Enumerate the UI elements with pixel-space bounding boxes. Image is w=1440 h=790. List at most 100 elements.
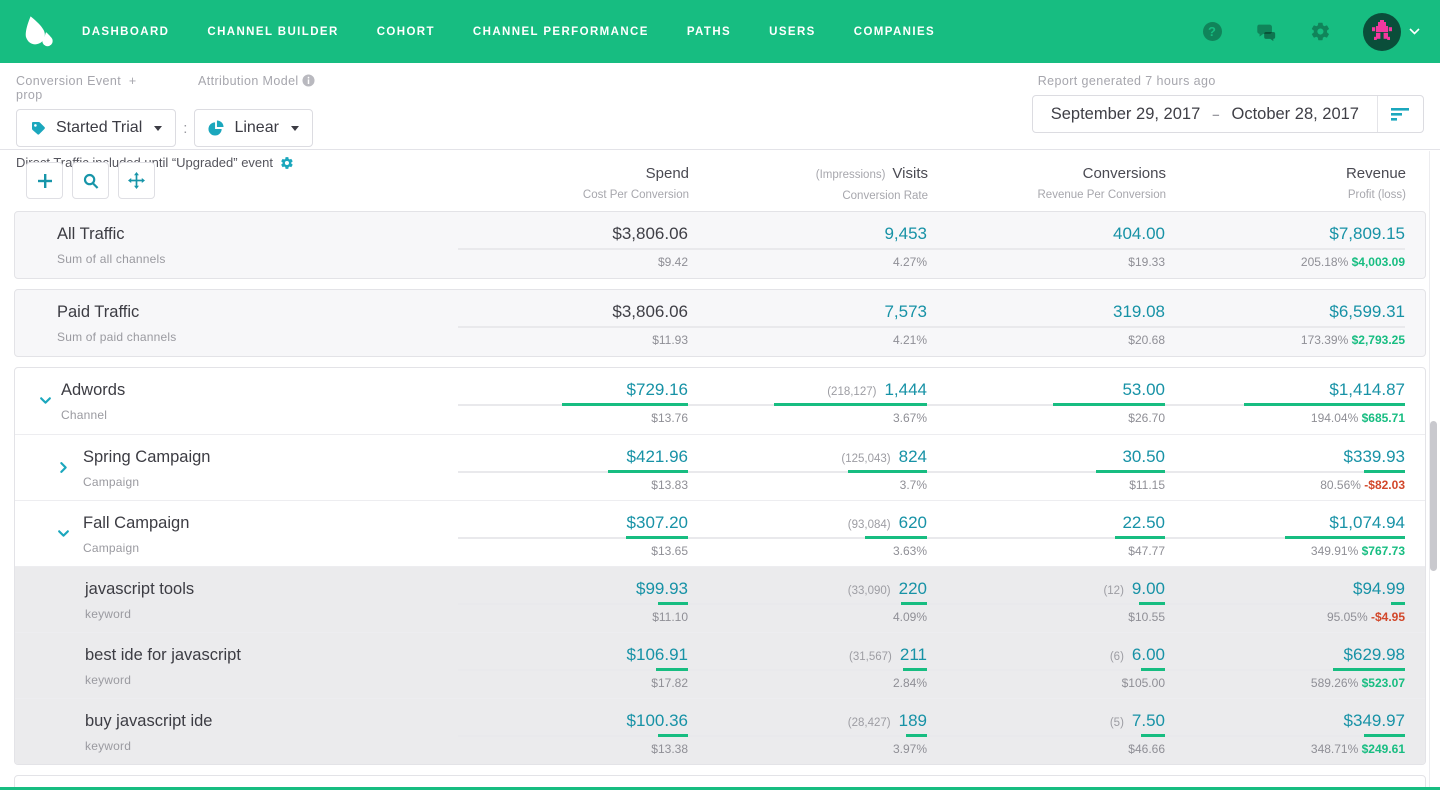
messages-icon[interactable]	[1255, 21, 1277, 43]
conversions-cell: (6)6.00$105.00	[927, 633, 1165, 698]
date-end[interactable]: October 28, 2017	[1231, 105, 1359, 124]
search-button[interactable]	[72, 162, 109, 199]
column-header-visits[interactable]: (Impressions)Visits Conversion Rate	[689, 162, 928, 202]
value-divider	[1165, 403, 1405, 406]
nav-item-paths[interactable]: PATHS	[687, 26, 731, 38]
column-header-revenue[interactable]: Revenue Profit (loss)	[1166, 162, 1406, 202]
move-button[interactable]	[118, 162, 155, 199]
nav-menu: DASHBOARD CHANNEL BUILDER COHORT CHANNEL PE…	[82, 26, 935, 38]
conversions-subvalue: $19.33	[927, 255, 1165, 269]
row-name[interactable]: Adwords	[61, 381, 458, 400]
avatar[interactable]	[1363, 13, 1401, 51]
table-row[interactable]: Spring CampaignCampaign$421.96$13.83(125…	[15, 434, 1425, 500]
revenue-value[interactable]: $1,414.87	[1329, 380, 1405, 400]
row-name[interactable]: javascript tools	[85, 580, 458, 599]
date-range-picker[interactable]: September 29, 2017 – October 28, 2017	[1032, 95, 1424, 133]
conversions-value[interactable]: 7.50	[1132, 711, 1165, 731]
revenue-cell: $629.98589.26% $523.07	[1165, 633, 1405, 698]
spend-cell: $100.36$13.38	[458, 699, 688, 764]
row-name[interactable]: Paid Traffic	[57, 303, 458, 322]
help-icon[interactable]: ?	[1201, 21, 1223, 43]
revenue-subvalue: 80.56% -$82.03	[1165, 478, 1405, 492]
revenue-value[interactable]: $339.93	[1344, 447, 1405, 467]
table-row[interactable]: AdwordsChannel$729.16$13.76(218,127)1,44…	[15, 368, 1425, 434]
table-row[interactable]: Paid TrafficSum of paid channels$3,806.0…	[15, 290, 1425, 356]
revenue-value[interactable]: $1,074.94	[1329, 513, 1405, 533]
attribution-model-dropdown[interactable]: Linear	[194, 109, 312, 147]
row-name[interactable]: Spring Campaign	[83, 448, 458, 467]
add-button[interactable]	[26, 162, 63, 199]
revenue-value[interactable]: $6,599.31	[1329, 302, 1405, 322]
spend-value[interactable]: $729.16	[627, 380, 688, 400]
conversions-value[interactable]: 22.50	[1122, 513, 1165, 533]
conversions-value[interactable]: 404.00	[1113, 224, 1165, 244]
row-name[interactable]: Fall Campaign	[83, 514, 458, 533]
spend-subvalue: $11.93	[458, 333, 688, 347]
spend-value[interactable]: $100.36	[627, 711, 688, 731]
conversions-subvalue: $105.00	[927, 676, 1165, 690]
visits-value[interactable]: 9,453	[884, 224, 927, 244]
nav-item-channel-performance[interactable]: CHANNEL PERFORMANCE	[473, 26, 649, 38]
spend-value[interactable]: $421.96	[627, 447, 688, 467]
visits-secondary-count: (93,084)	[848, 519, 891, 531]
profit-value: $767.73	[1358, 544, 1405, 558]
conversions-value[interactable]: 53.00	[1122, 380, 1165, 400]
row-name[interactable]: buy javascript ide	[85, 712, 458, 731]
spend-value[interactable]: $3,806.06	[612, 224, 688, 244]
value-divider	[688, 325, 927, 328]
revenue-value[interactable]: $349.97	[1344, 711, 1405, 731]
nav-item-cohort[interactable]: COHORT	[377, 26, 435, 38]
visits-value[interactable]: 220	[899, 579, 927, 599]
conversion-event-dropdown[interactable]: Started Trial	[16, 109, 176, 147]
table-row[interactable]: javascript toolskeyword$99.93$11.10(33,0…	[15, 566, 1425, 632]
visits-value[interactable]: 620	[899, 513, 927, 533]
spend-value[interactable]: $99.93	[636, 579, 688, 599]
table-row[interactable]: Fall CampaignCampaign$307.20$13.65(93,08…	[15, 500, 1425, 566]
table-row[interactable]: All TrafficSum of all channels$3,806.06$…	[15, 212, 1425, 278]
conversions-value[interactable]: 319.08	[1113, 302, 1165, 322]
column-header-conversions[interactable]: Conversions Revenue Per Conversion	[928, 162, 1166, 202]
revenue-subvalue: 194.04% $685.71	[1165, 411, 1405, 425]
nav-item-users[interactable]: USERS	[769, 26, 816, 38]
collapse-chevron-icon[interactable]	[39, 394, 52, 407]
value-divider	[927, 602, 1165, 605]
spend-value[interactable]: $307.20	[627, 513, 688, 533]
visits-subvalue: 3.97%	[688, 742, 927, 756]
visits-value[interactable]: 7,573	[884, 302, 927, 322]
visits-value[interactable]: 211	[900, 645, 927, 665]
conversions-cell: 319.08$20.68	[927, 290, 1165, 356]
nav-item-dashboard[interactable]: DASHBOARD	[82, 26, 169, 38]
expand-chevron-icon[interactable]	[57, 461, 70, 474]
date-start[interactable]: September 29, 2017	[1051, 105, 1201, 124]
visits-value[interactable]: 824	[899, 447, 927, 467]
row-name[interactable]: All Traffic	[57, 225, 458, 244]
scrollbar-thumb[interactable]	[1430, 421, 1437, 571]
user-menu[interactable]	[1363, 13, 1420, 51]
value-divider	[688, 403, 927, 406]
conversions-value[interactable]: 9.00	[1132, 579, 1165, 599]
spend-value[interactable]: $3,806.06	[612, 302, 688, 322]
column-header-spend[interactable]: Spend Cost Per Conversion	[459, 162, 689, 202]
spend-value[interactable]: $106.91	[627, 645, 688, 665]
nav-item-companies[interactable]: COMPANIES	[854, 26, 935, 38]
filter-icon[interactable]	[1377, 96, 1423, 132]
nav-item-channel-builder[interactable]: CHANNEL BUILDER	[207, 26, 338, 38]
spend-cell: $421.96$13.83	[458, 435, 688, 500]
conversion-event-label: Conversion Event + prop	[16, 74, 164, 102]
revenue-value[interactable]: $94.99	[1353, 579, 1405, 599]
visits-value[interactable]: 1,444	[884, 380, 927, 400]
conversions-value[interactable]: 30.50	[1122, 447, 1165, 467]
info-icon[interactable]	[302, 74, 315, 87]
settings-icon[interactable]	[1309, 21, 1331, 43]
conversions-subvalue: $46.66	[927, 742, 1165, 756]
app-logo-icon[interactable]	[20, 14, 56, 50]
table-row[interactable]: best ide for javascriptkeyword$106.91$17…	[15, 632, 1425, 698]
visits-value[interactable]: 189	[899, 711, 927, 731]
revenue-value[interactable]: $7,809.15	[1329, 224, 1405, 244]
row-name[interactable]: best ide for javascript	[85, 646, 458, 665]
table-row[interactable]: buy javascript idekeyword$100.36$13.38(2…	[15, 698, 1425, 764]
collapse-chevron-icon[interactable]	[57, 527, 70, 540]
revenue-value[interactable]: $629.98	[1344, 645, 1405, 665]
conversions-value[interactable]: 6.00	[1132, 645, 1165, 665]
spend-subvalue: $13.65	[458, 544, 688, 558]
